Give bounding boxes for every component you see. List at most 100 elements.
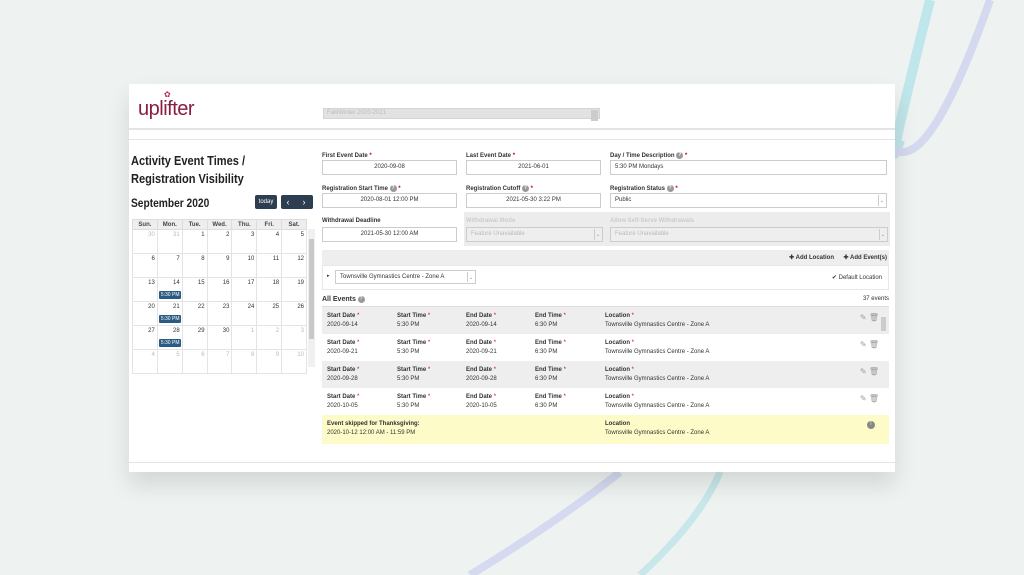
- calendar-day[interactable]: 2: [256, 325, 283, 350]
- event-end-date: End Date * 2020-09-28: [466, 367, 497, 382]
- info-icon[interactable]: !: [867, 421, 875, 429]
- calendar-day[interactable]: 8: [181, 253, 208, 278]
- trash-icon[interactable]: 🗑: [869, 340, 879, 349]
- event-row: Start Date * 2020-09-28 Start Time * 5:30 P…: [322, 361, 889, 388]
- event-start-date: Start Date * 2020-09-28: [327, 367, 360, 382]
- row-actions: ✎ 🗑: [860, 313, 879, 322]
- calendar-day[interactable]: 9: [256, 349, 283, 374]
- event-end-date: End Date * 2020-09-14: [466, 313, 497, 328]
- calendar-day[interactable]: 21 5:30 PM: [156, 301, 183, 326]
- calendar-day[interactable]: 16: [206, 277, 233, 302]
- events-header: All Events ? 37 events: [322, 296, 889, 303]
- calendar-day[interactable]: 5: [156, 349, 183, 374]
- event-start-time: Start Time * 5:30 PM: [397, 340, 431, 355]
- calendar-day[interactable]: 30: [132, 229, 158, 254]
- help-icon[interactable]: ?: [522, 185, 529, 192]
- location-row: ▸ Townsville Gymnastics Centre - Zone A ⌄…: [322, 265, 889, 290]
- default-location[interactable]: ✔ Default Location: [832, 274, 882, 281]
- calendar-day[interactable]: 13: [132, 277, 158, 302]
- help-icon[interactable]: ?: [357, 296, 365, 303]
- calendar-day[interactable]: 7: [156, 253, 183, 278]
- calendar-day[interactable]: 23: [206, 301, 233, 326]
- calendar-day[interactable]: 4: [256, 229, 283, 254]
- calendar-day[interactable]: 22: [181, 301, 208, 326]
- page-title: Activity Event Times / Registration Visi…: [131, 153, 246, 186]
- edit-icon[interactable]: ✎: [860, 394, 867, 403]
- reg-start-label: Registration Start Time ? *: [322, 185, 401, 193]
- last-event-input[interactable]: 2021-06-01: [466, 160, 601, 175]
- calendar-day[interactable]: 26: [281, 301, 307, 326]
- help-icon[interactable]: ?: [666, 185, 674, 192]
- calendar-day[interactable]: 24: [231, 301, 258, 326]
- last-event-label: Last Event Date *: [466, 153, 516, 159]
- calendar-day[interactable]: 30: [206, 325, 233, 350]
- chevron-down-icon: ⌄: [878, 195, 885, 206]
- calendar-day[interactable]: 14 5:30 PM: [156, 277, 183, 302]
- calendar-day[interactable]: 7: [206, 349, 233, 374]
- calendar-day[interactable]: 2: [206, 229, 233, 254]
- calendar-day[interactable]: 3: [231, 229, 258, 254]
- calendar-day[interactable]: 18: [256, 277, 283, 302]
- expand-icon[interactable]: ▸: [327, 273, 330, 279]
- next-month-button[interactable]: ›: [295, 195, 313, 209]
- calendar-day[interactable]: 3: [281, 325, 307, 350]
- calendar-day[interactable]: 28 5:30 PM: [156, 325, 183, 350]
- calendar-day[interactable]: 27: [132, 325, 158, 350]
- today-button[interactable]: today: [255, 195, 277, 209]
- calendar-day[interactable]: 15: [181, 277, 208, 302]
- calendar-day[interactable]: 29: [181, 325, 208, 350]
- calendar-day[interactable]: 20: [132, 301, 158, 326]
- reg-start-input[interactable]: 2020-08-01 12:00 PM: [322, 193, 457, 208]
- edit-icon[interactable]: ✎: [860, 367, 867, 376]
- calendar-day[interactable]: 31: [156, 229, 183, 254]
- withdraw-input[interactable]: 2021-05-30 12:00 AM: [322, 227, 457, 242]
- reg-status-select[interactable]: Public ⌄: [610, 193, 887, 208]
- event-chip[interactable]: 5:30 PM: [158, 315, 182, 323]
- calendar-day[interactable]: 1: [181, 229, 208, 254]
- trash-icon[interactable]: 🗑: [869, 313, 879, 322]
- calendar-day[interactable]: 10: [231, 253, 258, 278]
- calendar-day[interactable]: 25: [256, 301, 283, 326]
- event-chip[interactable]: 5:30 PM: [158, 291, 182, 299]
- calendar-day[interactable]: 19: [281, 277, 307, 302]
- edit-icon[interactable]: ✎: [860, 340, 867, 349]
- edit-icon[interactable]: ✎: [860, 313, 867, 322]
- reg-cutoff-input[interactable]: 2021-05-30 3:22 PM: [466, 193, 601, 208]
- event-start-time: Start Time * 5:30 PM: [397, 394, 431, 409]
- activity-card: ✿ uplifter Fall/Winter 2020-2021 Activity…: [129, 84, 895, 472]
- calendar-scrollbar[interactable]: [308, 229, 315, 367]
- calendar-day[interactable]: 11: [256, 253, 283, 278]
- event-end-date: End Date * 2020-09-21: [466, 340, 497, 355]
- self-serve-label: Allow Self-Serve Withdrawals: [610, 218, 694, 224]
- season-select[interactable]: Fall/Winter 2020-2021: [323, 108, 600, 121]
- weekday-header: Sat.: [281, 219, 307, 230]
- calendar-day[interactable]: 4: [132, 349, 158, 374]
- prev-month-button[interactable]: ‹: [281, 195, 295, 209]
- calendar-day[interactable]: 6: [132, 253, 158, 278]
- help-icon[interactable]: ?: [676, 152, 684, 159]
- daytime-input[interactable]: 5:30 PM Mondays: [610, 160, 887, 175]
- calendar-day[interactable]: 6: [181, 349, 208, 374]
- add-location-button[interactable]: ✚ Add Location: [789, 254, 834, 261]
- event-chip[interactable]: 5:30 PM: [158, 339, 182, 347]
- first-event-input[interactable]: 2020-09-08: [322, 160, 457, 175]
- self-serve-select[interactable]: Feature Unavailable ⌄: [610, 227, 888, 242]
- weekday-header: Tue.: [181, 219, 208, 230]
- help-icon[interactable]: ?: [389, 185, 397, 192]
- uplifter-logo: ✿ uplifter: [138, 90, 195, 120]
- calendar-day[interactable]: 8: [231, 349, 258, 374]
- add-events-button[interactable]: ✚ Add Event(s): [844, 254, 888, 261]
- calendar-day[interactable]: 10: [281, 349, 307, 374]
- events-scrollbar[interactable]: [880, 307, 887, 447]
- withdraw-mode-select[interactable]: Feature Unavailable ⌄: [466, 227, 603, 242]
- trash-icon[interactable]: 🗑: [869, 367, 879, 376]
- calendar-day[interactable]: 12: [281, 253, 307, 278]
- calendar-day[interactable]: 1: [231, 325, 258, 350]
- row-actions: ✎ 🗑: [860, 367, 879, 376]
- calendar-day[interactable]: 5: [281, 229, 307, 254]
- calendar-day[interactable]: 9: [206, 253, 233, 278]
- trash-icon[interactable]: 🗑: [869, 394, 879, 403]
- weekday-header: Sun.: [132, 219, 158, 230]
- calendar-day[interactable]: 17: [231, 277, 258, 302]
- location-select[interactable]: Townsville Gymnastics Centre - Zone A ⌄: [335, 270, 476, 284]
